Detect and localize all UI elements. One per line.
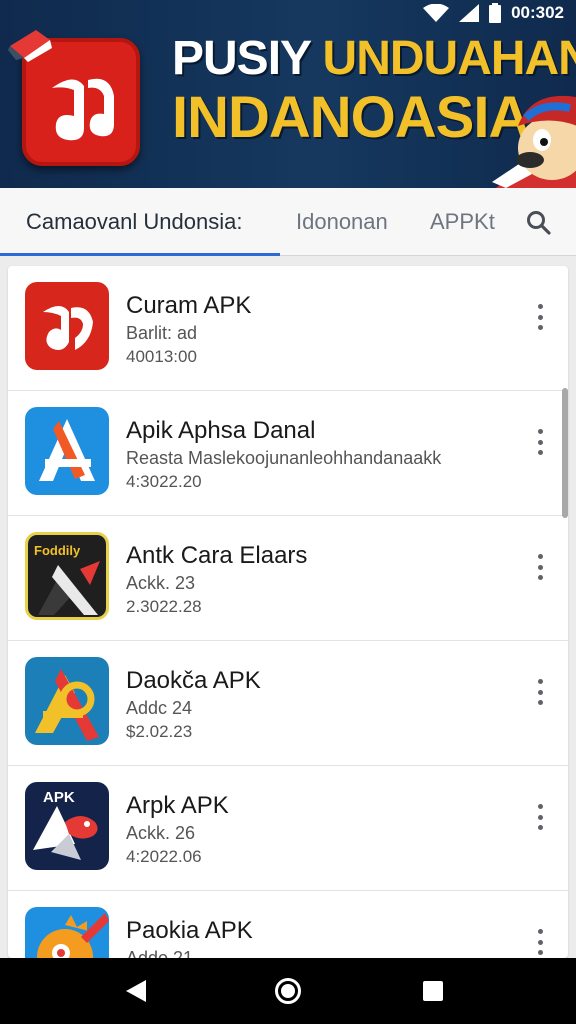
- header-banner: 00:302 PUSIY UNDUAHAN INDANOASIA: [0, 0, 576, 188]
- app-list: Curam APK Barlit: ad 40013:00 Apik Aphsa…: [8, 266, 568, 958]
- active-tab-indicator: [0, 253, 280, 256]
- more-options-icon[interactable]: [530, 552, 550, 582]
- app-name: Arpk APK: [126, 792, 229, 819]
- orange-bird-icon: [25, 907, 109, 958]
- tab-bar: Camaovanl Undonsia: Idononan APPKt: [0, 188, 576, 256]
- teal-a-icon: [25, 657, 109, 745]
- tab-appkt[interactable]: APPKt: [430, 188, 495, 256]
- list-item[interactable]: APK Arpk APK Ackk. 26 4:2022.06: [8, 766, 568, 891]
- tab-idononan[interactable]: Idononan: [296, 188, 388, 256]
- app-version: 4:2022.06: [126, 847, 202, 866]
- app-name: Antk Cara Elaars: [126, 542, 308, 569]
- icon-label: APK: [43, 789, 75, 806]
- black-a-icon: Foddily: [25, 532, 109, 620]
- app-name: Daokča APK: [126, 667, 261, 694]
- status-bar: 00:302: [423, 0, 576, 26]
- app-name: Paokia APK: [126, 917, 253, 944]
- wifi-icon: [423, 4, 450, 22]
- search-icon[interactable]: [526, 210, 552, 236]
- home-icon[interactable]: [274, 977, 302, 1005]
- navy-bird-icon: APK: [25, 782, 109, 870]
- status-time: 00:302: [511, 3, 564, 22]
- red-note-icon: [25, 282, 109, 370]
- list-item[interactable]: Paokia APK Addo 21: [8, 891, 568, 958]
- battery-icon: [489, 3, 502, 23]
- app-subtitle: Addo 21: [126, 948, 194, 958]
- app-name: Apik Aphsa Danal: [126, 417, 316, 444]
- app-version: 40013:00: [126, 347, 197, 366]
- app-subtitle: Addc 24: [126, 698, 193, 718]
- more-options-icon[interactable]: [530, 927, 550, 957]
- app-name: Curam APK: [126, 292, 252, 319]
- app-subtitle: Barlit: ad: [126, 323, 198, 343]
- recents-icon[interactable]: [422, 980, 444, 1002]
- tab-camaovanl-undonsia[interactable]: Camaovanl Undonsia:: [26, 188, 242, 256]
- mascot-icon: [492, 95, 576, 188]
- signal-icon: [459, 4, 480, 22]
- banner-title-white: PUSIY: [172, 32, 311, 85]
- app-version: 4:3022.20: [126, 472, 202, 491]
- more-options-icon[interactable]: [530, 427, 550, 457]
- list-item[interactable]: Apik Aphsa Danal Reasta Maslekoojunanleo…: [8, 391, 568, 516]
- app-subtitle: Reasta Maslekoojunanleohhandanaakk: [126, 448, 442, 468]
- music-note-logo-icon: [52, 78, 114, 141]
- more-options-icon[interactable]: [530, 302, 550, 332]
- icon-label: Foddily: [34, 543, 81, 558]
- app-subtitle: Ackk. 26: [126, 823, 196, 843]
- app-subtitle: Ackk. 23: [126, 573, 196, 593]
- flag-icon: [8, 30, 52, 62]
- blue-a-icon: [25, 407, 109, 495]
- list-item[interactable]: Curam APK Barlit: ad 40013:00: [8, 266, 568, 391]
- navigation-bar: [0, 958, 576, 1024]
- scrollbar[interactable]: [562, 388, 568, 518]
- more-options-icon[interactable]: [530, 677, 550, 707]
- list-item[interactable]: Daokča APK Addc 24 $2.02.23: [8, 641, 568, 766]
- app-version: $2.02.23: [126, 722, 193, 741]
- list-item[interactable]: Foddily Antk Cara Elaars Ackk. 23 2.3022…: [8, 516, 568, 641]
- more-options-icon[interactable]: [530, 802, 550, 832]
- back-icon[interactable]: [124, 978, 148, 1004]
- app-version: 2.3022.28: [126, 597, 202, 616]
